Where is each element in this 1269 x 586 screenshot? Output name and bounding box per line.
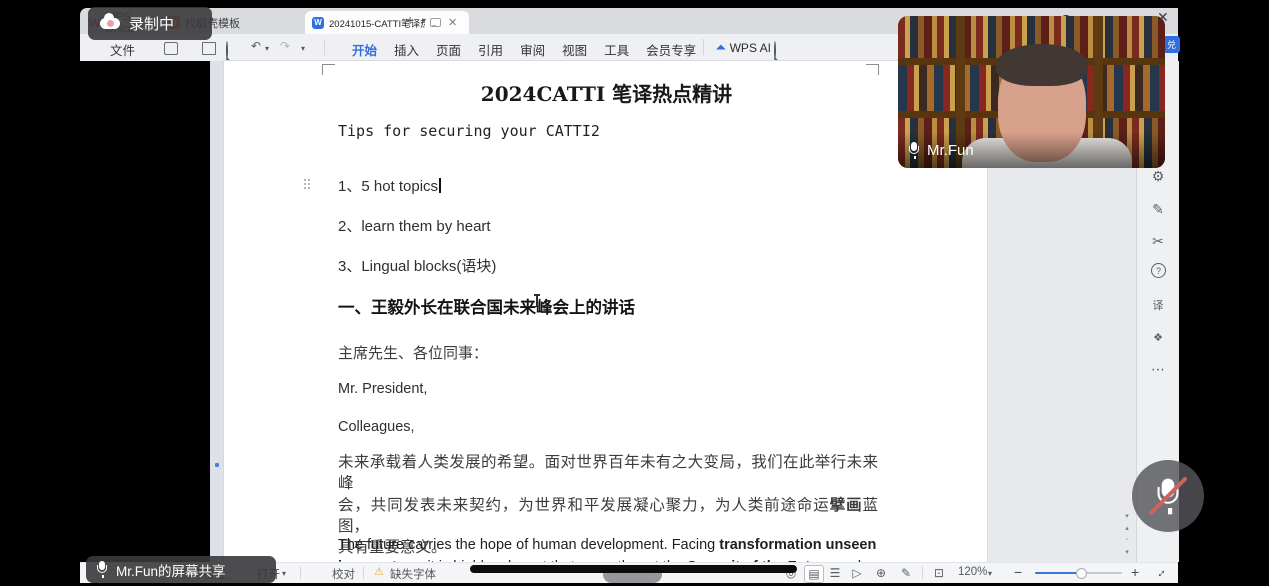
wps-ai-icon: ⏶ (716, 40, 726, 55)
document-page[interactable]: 2024CATTI 笔译热点精讲 Tips for securing your … (224, 61, 987, 562)
webcam-video[interactable]: Mr.Fun (898, 16, 1165, 168)
mic-icon (96, 561, 108, 578)
doc-line-president: Mr. President, (338, 381, 427, 397)
word-doc-icon: W (312, 17, 324, 29)
close-tab-icon[interactable]: ✕ (448, 16, 457, 29)
meeting-screen: W WPS Office D 找稻壳模板 W 20241015-CATTI笔译热… (0, 0, 1269, 586)
settings-sliders-icon[interactable]: ⚙ (1148, 166, 1168, 186)
menu-page[interactable]: 页面 (434, 40, 463, 59)
text-caret (439, 178, 441, 193)
menu-review[interactable]: 审阅 (518, 40, 547, 59)
divider (703, 39, 704, 55)
print-icon[interactable] (202, 42, 216, 55)
skin-theme-icon[interactable]: ❖ (1148, 327, 1168, 347)
next-page-icon[interactable]: ▾ (1120, 549, 1134, 556)
toolbar-chevron-icon[interactable]: ▾ (301, 44, 305, 53)
recording-label: 录制中 (129, 13, 174, 34)
mute-button[interactable] (1132, 460, 1204, 532)
undo-chevron-icon[interactable]: ▾ (265, 44, 269, 53)
outline-view-icon[interactable]: ☰ (826, 565, 844, 581)
menu-member[interactable]: 会员专享 (644, 40, 698, 59)
promo-badge[interactable]: 兑 (1163, 36, 1180, 53)
webcam-name: Mr.Fun (927, 142, 974, 159)
fit-page-icon[interactable]: ⊡ (930, 565, 948, 581)
doc-line-colleagues: Colleagues, (338, 419, 415, 435)
search-icon[interactable] (774, 41, 776, 60)
spellcheck-chevron-icon[interactable]: ▾ (282, 569, 286, 578)
cloud-recording-icon (100, 18, 120, 29)
tab-document[interactable]: W 20241015-CATTI笔译热点精… ✕ (305, 11, 469, 34)
doc-list-item-3: 3、Lingual blocks(语块) (338, 255, 496, 276)
menu-insert[interactable]: 插入 (392, 40, 421, 59)
prev-page-icon[interactable]: ▴ (1120, 525, 1134, 532)
doc-subtitle: Tips for securing your CATTI2 (338, 122, 600, 140)
menu-tools[interactable]: 工具 (602, 40, 631, 59)
webcam-label-strip: Mr.Fun (898, 132, 1165, 168)
margin-mark-right (866, 64, 879, 75)
screen-share-label: Mr.Fun的屏幕共享 (116, 560, 226, 580)
more-icon[interactable]: ⋯ (1148, 359, 1168, 379)
format-brush-icon[interactable]: ✎ (1148, 199, 1168, 219)
divider (300, 566, 301, 579)
zoom-in-button[interactable]: + (1131, 564, 1139, 580)
ibeam-cursor (536, 295, 538, 306)
menu-view[interactable]: 视图 (560, 40, 589, 59)
tab-list-chevron-icon[interactable]: ▾ (422, 16, 426, 25)
proofread-button[interactable]: 校对 (332, 566, 355, 582)
zoom-chevron-icon[interactable]: ▾ (988, 569, 992, 578)
menu-bar: 开始 插入 页面 引用 审阅 视图 工具 会员专享 (350, 40, 698, 59)
doc-list-item-1: 1、5 hot topics (338, 175, 441, 196)
doc-list-item-2: 2、learn them by heart (338, 215, 491, 236)
doc-title: 2024CATTI 笔译热点精讲 (338, 78, 875, 107)
file-menu[interactable]: 文件 (110, 40, 135, 59)
wps-ai-button[interactable]: ⏶ WPS AI (716, 40, 771, 55)
left-margin-strip (210, 61, 224, 562)
menu-home[interactable]: 开始 (350, 40, 379, 59)
zoom-track-filled[interactable] (1035, 572, 1080, 574)
tools-scissors-icon[interactable]: ✂ (1148, 231, 1168, 251)
screen-share-badge: Mr.Fun的屏幕共享 (86, 556, 276, 583)
left-black-panel (80, 61, 210, 562)
doc-heading: 一、王毅外长在联合国未来峰会上的讲话 (338, 294, 635, 318)
warning-icon: ⚠ (374, 565, 384, 578)
mic-icon (908, 142, 920, 159)
menu-reference[interactable]: 引用 (476, 40, 505, 59)
missing-font-button[interactable]: 缺失字体 (390, 566, 436, 582)
zoom-slider-knob[interactable] (1076, 568, 1087, 579)
page-view-icon[interactable]: ▤ (804, 565, 824, 583)
anchor-dot (215, 463, 219, 467)
doc-salutation: 主席先生、各位同事： (338, 342, 488, 363)
window-close-icon[interactable]: ✕ (1157, 9, 1169, 26)
browse-object-icon[interactable]: ▫ (1120, 537, 1134, 543)
recording-badge: 录制中 (88, 7, 212, 40)
zoom-level[interactable]: 120% (958, 566, 987, 578)
fullscreen-icon[interactable]: ↔ (1151, 563, 1169, 581)
margin-mark-left (322, 64, 335, 75)
undo-icon[interactable]: ↶ (251, 40, 261, 52)
scroll-up-icon[interactable]: ▾ (1120, 513, 1134, 520)
divider (922, 566, 923, 579)
play-presentation-icon[interactable]: ▷ (848, 565, 866, 581)
web-layout-icon[interactable]: ⊕ (872, 565, 890, 581)
zoom-out-button[interactable]: − (1014, 564, 1022, 580)
help-icon[interactable]: ? (1151, 263, 1166, 278)
comment-bubble-icon (430, 18, 441, 27)
redo-icon[interactable]: ↷ (280, 40, 290, 52)
paragraph-drag-handle[interactable] (304, 179, 306, 181)
divider (324, 39, 325, 55)
new-tab-button[interactable]: + (406, 12, 414, 28)
translate-icon[interactable]: 译 (1148, 295, 1168, 315)
divider (363, 566, 364, 579)
doc-en-paragraph: The future carries the hope of human dev… (338, 534, 883, 562)
save-icon[interactable] (164, 42, 178, 55)
redaction-bar (470, 565, 797, 573)
find-replace-icon[interactable] (226, 41, 228, 60)
pen-annotate-icon[interactable]: ✎ (897, 565, 915, 581)
